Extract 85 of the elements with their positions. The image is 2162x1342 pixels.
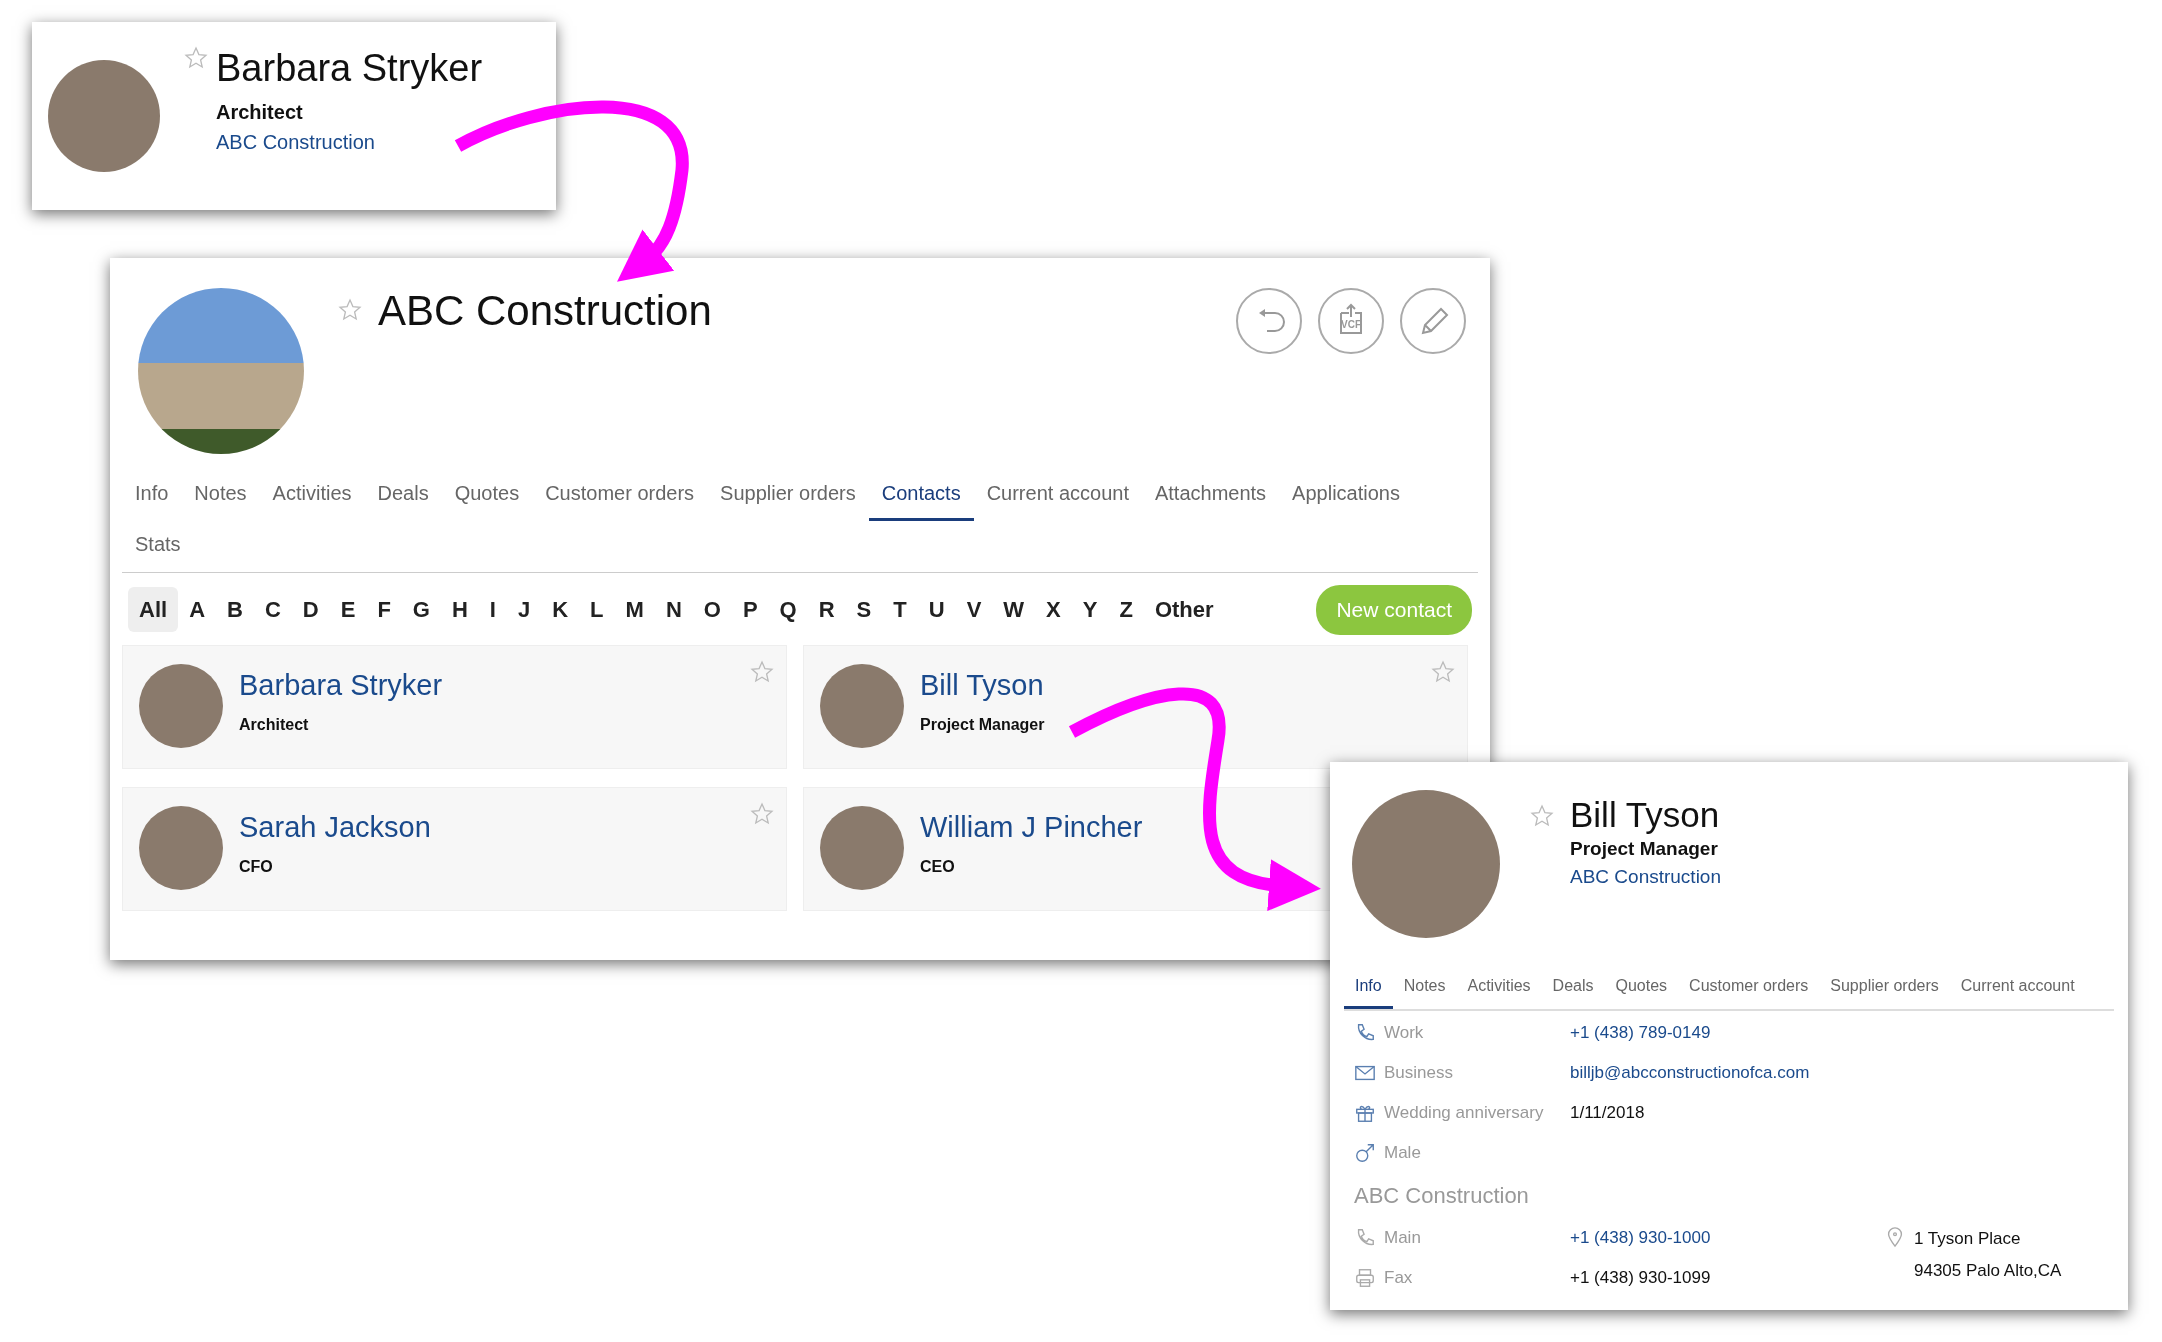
letter-filter[interactable]: All bbox=[128, 587, 179, 633]
letter-filter[interactable]: I bbox=[478, 587, 507, 633]
field-value: 1/11/2018 bbox=[1570, 1102, 1645, 1125]
letter-filter[interactable]: R bbox=[807, 587, 846, 633]
tab[interactable]: Activities bbox=[259, 470, 365, 521]
letter-filter[interactable]: Other bbox=[1143, 587, 1225, 633]
field-value-link[interactable]: +1 (438) 930-1000 bbox=[1570, 1225, 1711, 1251]
job-title: Project Manager bbox=[1570, 836, 1719, 861]
letter-filter[interactable]: K bbox=[541, 587, 580, 633]
letter-filter[interactable]: Q bbox=[768, 587, 808, 633]
field-value-link[interactable]: billjb@abcconstructionofca.com bbox=[1570, 1060, 1810, 1086]
star-icon[interactable] bbox=[1530, 804, 1554, 828]
tab[interactable]: Current account bbox=[1949, 968, 2086, 1009]
letter-filter[interactable]: A bbox=[178, 587, 216, 633]
letter-filter[interactable]: Y bbox=[1071, 587, 1109, 633]
letter-filter[interactable]: Z bbox=[1108, 587, 1144, 633]
job-title: Architect bbox=[239, 715, 310, 735]
address-line: 94305 Palo Alto,CA bbox=[1914, 1259, 2062, 1282]
contact-name: Bill Tyson bbox=[1570, 796, 1721, 835]
contact-name: Barbara Stryker bbox=[216, 46, 483, 91]
tab[interactable]: Attachments bbox=[1141, 470, 1280, 521]
tab[interactable]: Current account bbox=[973, 470, 1142, 521]
letter-filter[interactable]: U bbox=[917, 587, 956, 633]
star-icon[interactable] bbox=[184, 46, 208, 70]
letter-filter[interactable]: M bbox=[614, 587, 655, 633]
tab[interactable]: Deals bbox=[364, 470, 442, 521]
letter-filter[interactable]: T bbox=[882, 587, 918, 633]
letter-filter[interactable]: N bbox=[654, 587, 693, 633]
letter-filter[interactable]: B bbox=[216, 587, 254, 633]
tab[interactable]: Contacts bbox=[868, 470, 974, 521]
tab[interactable]: Customer orders bbox=[1678, 968, 1820, 1009]
tab[interactable]: Customer orders bbox=[532, 470, 708, 521]
letter-filter[interactable]: J bbox=[506, 587, 542, 633]
tab[interactable]: Quotes bbox=[441, 470, 533, 521]
tab[interactable]: Info bbox=[122, 470, 182, 521]
contact-name-link[interactable]: Barbara Stryker bbox=[239, 663, 443, 707]
letter-filter[interactable]: H bbox=[440, 587, 479, 633]
field-value: +1 (438) 930-1099 bbox=[1570, 1267, 1711, 1290]
tab[interactable]: Notes bbox=[181, 470, 260, 521]
printer-icon bbox=[1354, 1267, 1376, 1289]
field-label: Work bbox=[1384, 1022, 1425, 1045]
tab[interactable]: Deals bbox=[1541, 968, 1605, 1009]
letter-filter[interactable]: S bbox=[845, 587, 883, 633]
company-name: ABC Construction bbox=[378, 288, 712, 336]
star-icon[interactable] bbox=[338, 298, 362, 322]
job-title: CEO bbox=[920, 857, 956, 877]
letter-filter[interactable]: P bbox=[731, 587, 769, 633]
letter-filter[interactable]: F bbox=[366, 587, 402, 633]
job-title: CFO bbox=[239, 857, 274, 877]
contact-name-link[interactable]: Sarah Jackson bbox=[239, 805, 431, 849]
tab[interactable]: Quotes bbox=[1604, 968, 1679, 1009]
male-symbol-icon bbox=[1354, 1142, 1376, 1164]
letter-filter[interactable]: E bbox=[329, 587, 367, 633]
tab[interactable]: Info bbox=[1344, 968, 1393, 1009]
letter-filter[interactable]: O bbox=[692, 587, 732, 633]
tab[interactable]: Supplier orders bbox=[707, 470, 869, 521]
contact-name-link[interactable]: William J Pincher bbox=[920, 805, 1143, 849]
company-link[interactable]: ABC Construction bbox=[216, 127, 375, 157]
contact-name-link[interactable]: Bill Tyson bbox=[920, 663, 1044, 707]
company-link[interactable]: ABC Construction bbox=[1570, 863, 1721, 892]
address-line: 1 Tyson Place bbox=[1914, 1228, 2022, 1250]
tab[interactable]: Activities bbox=[1456, 968, 1542, 1009]
letter-filter[interactable]: W bbox=[992, 587, 1036, 633]
field-label: Fax bbox=[1384, 1267, 1414, 1290]
field-label: Main bbox=[1384, 1227, 1422, 1250]
tab[interactable]: Stats bbox=[122, 521, 194, 572]
tab[interactable]: Supplier orders bbox=[1819, 968, 1950, 1009]
field-label: Wedding anniversary bbox=[1384, 1102, 1545, 1125]
job-title: Project Manager bbox=[920, 715, 1045, 735]
tab[interactable]: Applications bbox=[1279, 470, 1413, 521]
letter-filter[interactable]: X bbox=[1035, 587, 1072, 633]
field-label: Male bbox=[1384, 1142, 1422, 1165]
letter-filter[interactable]: C bbox=[253, 587, 292, 633]
star-icon[interactable] bbox=[750, 801, 774, 826]
tab[interactable]: Notes bbox=[1392, 968, 1457, 1009]
letter-filter[interactable]: V bbox=[955, 587, 993, 633]
section-title: ABC Construction bbox=[1353, 1182, 1530, 1210]
job-title: Architect bbox=[216, 100, 304, 125]
star-icon[interactable] bbox=[750, 659, 774, 684]
star-icon[interactable] bbox=[1431, 659, 1455, 684]
field-value-link[interactable]: +1 (438) 789-0149 bbox=[1570, 1020, 1711, 1046]
letter-filter[interactable]: D bbox=[291, 587, 330, 633]
field-label: Business bbox=[1384, 1062, 1454, 1085]
letter-filter[interactable]: L bbox=[579, 587, 615, 633]
letter-filter[interactable]: G bbox=[401, 587, 441, 633]
